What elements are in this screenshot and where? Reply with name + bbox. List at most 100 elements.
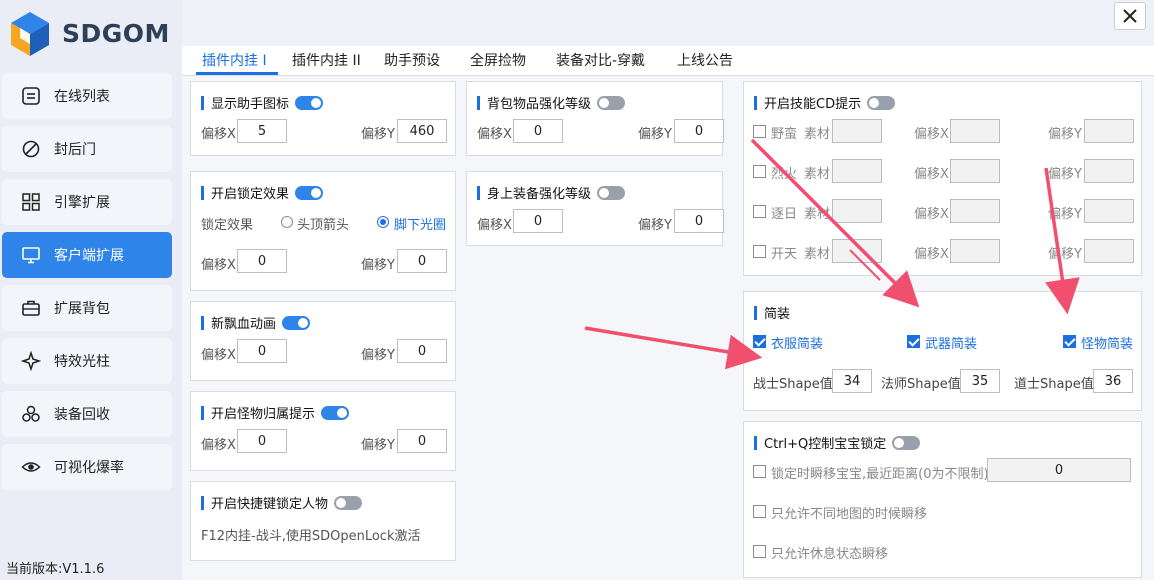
title-bar	[182, 0, 1154, 46]
skill-checkbox[interactable]	[753, 245, 766, 258]
sidebar-item-block-backdoor[interactable]: 封后门	[2, 126, 172, 172]
tab-bar: 插件内挂 I 插件内挂 II 助手预设 全屏捡物 装备对比-穿戴 上线公告	[182, 46, 1154, 76]
offset-y-label: 偏移Y	[361, 258, 395, 273]
skill-name: 烈火	[771, 167, 798, 182]
lock-effect-toggle[interactable]	[295, 185, 324, 200]
card-title: 开启锁定效果	[201, 183, 324, 202]
offset-y-input[interactable]: 0	[674, 209, 724, 233]
teleport-distance-input[interactable]: 0	[987, 458, 1131, 482]
offset-x-input[interactable]	[950, 199, 1000, 223]
offset-y-input[interactable]	[1084, 119, 1134, 143]
hotkey-lock-toggle[interactable]	[334, 495, 363, 510]
pet-lock-toggle[interactable]	[892, 435, 921, 450]
material-input[interactable]	[832, 159, 882, 183]
sidebar-item-ext-bag[interactable]: 扩展背包	[2, 285, 172, 331]
offset-x-input[interactable]: 0	[513, 209, 563, 233]
offset-x-input[interactable]	[950, 119, 1000, 143]
tab-fullscreen-pickup[interactable]: 全屏捡物	[470, 50, 526, 70]
material-input[interactable]	[832, 199, 882, 223]
monster-owner-toggle[interactable]	[321, 405, 350, 420]
tab-active-underline	[196, 72, 278, 75]
offset-x-label: 偏移X	[201, 438, 236, 453]
offset-y-input[interactable]: 0	[397, 339, 447, 363]
offset-y-input[interactable]	[1084, 159, 1134, 183]
sidebar-item-light-pillar[interactable]: 特效光柱	[2, 338, 172, 384]
offset-x-input[interactable]	[950, 159, 1000, 183]
material-input[interactable]	[832, 119, 882, 143]
radio-head-arrow-label: 头顶箭头	[297, 218, 350, 233]
monster-simple-checkbox[interactable]	[1063, 335, 1076, 348]
offset-y-input[interactable]: 0	[674, 119, 724, 143]
offset-y-label: 偏移Y	[638, 127, 672, 142]
sidebar: SDGOM 在线列表 封后门 引擎扩展 客户端扩展 扩展背包 特效光柱 装备回收…	[0, 0, 182, 580]
skill-name: 逐日	[771, 207, 798, 222]
card-helper-icon: 显示助手图标 偏移X 5 偏移Y 460	[190, 81, 456, 156]
radio-foot-halo-label: 脚下光圈	[394, 218, 447, 233]
equip-strength-toggle[interactable]	[597, 185, 626, 200]
radio-foot-halo[interactable]	[377, 216, 389, 228]
taoist-shape-input[interactable]: 36	[1093, 369, 1133, 393]
offset-x-label: 偏移X	[477, 218, 512, 233]
offset-y-label: 偏移Y	[361, 438, 395, 453]
sidebar-item-drop-rate[interactable]: 可视化爆率	[2, 444, 172, 490]
tab-plugin-1[interactable]: 插件内挂 I	[202, 50, 267, 70]
briefcase-icon	[20, 297, 42, 319]
radio-head-arrow[interactable]	[281, 216, 293, 228]
offset-x-input[interactable]: 0	[237, 339, 287, 363]
warrior-shape-label: 战士Shape值	[753, 377, 833, 392]
sidebar-item-client-ext[interactable]: 客户端扩展	[2, 232, 172, 278]
sidebar-item-recycle[interactable]: 装备回收	[2, 391, 172, 437]
weapon-simple-checkbox[interactable]	[907, 335, 920, 348]
skill-name: 开天	[771, 247, 798, 262]
tab-helper-preset[interactable]: 助手预设	[384, 50, 440, 70]
offset-y-label: 偏移Y	[1048, 247, 1082, 262]
offset-x-input[interactable]: 0	[237, 429, 287, 453]
cloth-simple-label: 衣服简装	[771, 337, 824, 352]
card-hotkey-lock: 开启快捷键锁定人物 F12内挂-战斗,使用SDOpenLock激活	[190, 481, 456, 561]
blood-anim-toggle[interactable]	[282, 315, 311, 330]
offset-x-label: 偏移X	[914, 127, 949, 142]
offset-x-input[interactable]	[950, 239, 1000, 263]
sidebar-item-label: 可视化爆率	[54, 460, 124, 476]
tab-equip-compare[interactable]: 装备对比-穿戴	[556, 50, 645, 70]
bag-strength-toggle[interactable]	[597, 95, 626, 110]
card-lock-effect: 开启锁定效果 锁定效果 头顶箭头 脚下光圈 偏移X 0 偏移Y 0	[190, 171, 456, 291]
close-button[interactable]	[1114, 2, 1146, 30]
rest-only-checkbox[interactable]	[753, 545, 766, 558]
skill-name: 野蛮	[771, 127, 798, 142]
material-input[interactable]	[832, 239, 882, 263]
skill-checkbox[interactable]	[753, 205, 766, 218]
helper-icon-toggle[interactable]	[295, 95, 324, 110]
material-label: 素材	[804, 127, 831, 142]
sidebar-item-label: 引擎扩展	[54, 195, 110, 211]
skill-checkbox[interactable]	[753, 165, 766, 178]
sidebar-item-online-list[interactable]: 在线列表	[2, 73, 172, 119]
sidebar-item-label: 客户端扩展	[54, 248, 124, 264]
sidebar-item-engine-ext[interactable]: 引擎扩展	[2, 179, 172, 225]
offset-x-input[interactable]: 5	[237, 119, 287, 143]
rest-only-label: 只允许休息状态瞬移	[771, 547, 889, 562]
card-pet-lock: Ctrl+Q控制宝宝锁定 锁定时瞬移宝宝,最近距离(0为不限制) 0 只允许不同…	[743, 421, 1142, 578]
offset-y-input[interactable]	[1084, 199, 1134, 223]
card-skill-cd: 开启技能CD提示 野蛮 素材 偏移X 偏移Y 烈火 素材 偏移X 偏移Y 逐日 …	[743, 81, 1142, 276]
offset-y-input[interactable]: 0	[397, 429, 447, 453]
offset-y-label: 偏移Y	[361, 348, 395, 363]
offset-x-input[interactable]: 0	[513, 119, 563, 143]
offset-x-label: 偏移X	[914, 207, 949, 222]
diff-map-checkbox[interactable]	[753, 505, 766, 518]
offset-y-input[interactable]: 460	[397, 119, 447, 143]
offset-y-input[interactable]: 0	[397, 249, 447, 273]
offset-x-input[interactable]: 0	[237, 249, 287, 273]
mage-shape-input[interactable]: 35	[960, 369, 1000, 393]
offset-x-label: 偏移X	[201, 258, 236, 273]
tab-plugin-2[interactable]: 插件内挂 II	[292, 50, 361, 70]
skill-checkbox[interactable]	[753, 125, 766, 138]
teleport-pet-checkbox[interactable]	[753, 465, 766, 478]
skill-cd-toggle[interactable]	[867, 95, 896, 110]
tab-login-notice[interactable]: 上线公告	[677, 50, 733, 70]
offset-y-input[interactable]	[1084, 239, 1134, 263]
card-title: Ctrl+Q控制宝宝锁定	[754, 433, 921, 452]
cloth-simple-checkbox[interactable]	[753, 335, 766, 348]
card-blood-animation: 新飘血动画 偏移X 0 偏移Y 0	[190, 301, 456, 381]
warrior-shape-input[interactable]: 34	[832, 369, 872, 393]
